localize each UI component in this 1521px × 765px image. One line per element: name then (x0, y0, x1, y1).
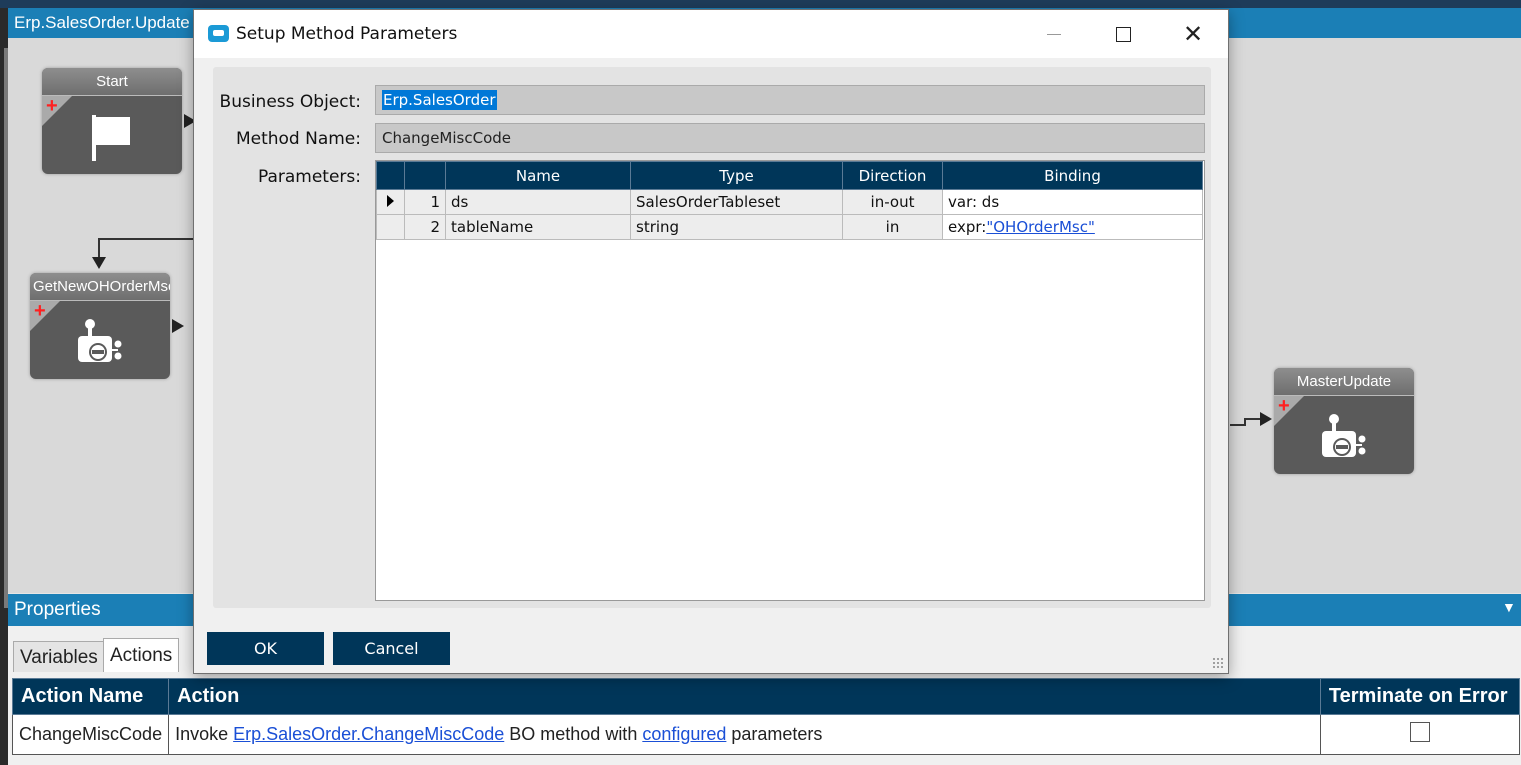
pin-icon[interactable]: ▼ (1502, 599, 1516, 615)
arrow-down-icon (92, 257, 106, 269)
minimize-icon (1047, 33, 1061, 35)
dialog-title-bar[interactable]: Setup Method Parameters ✕ (194, 10, 1228, 58)
close-button[interactable]: ✕ (1158, 10, 1228, 58)
column-header-type[interactable]: Type (630, 161, 843, 190)
action-text: parameters (726, 724, 823, 744)
terminate-on-error-checkbox[interactable] (1409, 722, 1430, 742)
cancel-button[interactable]: Cancel (333, 632, 450, 665)
get-new-node[interactable]: GetNewOHOrderMsc + (30, 273, 170, 379)
column-header-name[interactable]: Name (445, 161, 631, 190)
row-indicator (376, 214, 405, 240)
output-port-icon[interactable] (172, 319, 184, 333)
parameters-label: Parameters: (257, 167, 361, 187)
start-node-title: Start (42, 68, 182, 96)
tab-actions[interactable]: Actions (103, 638, 180, 672)
action-cell[interactable]: Invoke Erp.SalesOrder.ChangeMiscCode BO … (168, 714, 1321, 755)
method-link[interactable]: Erp.SalesOrder.ChangeMiscCode (233, 724, 504, 744)
maximize-icon (1115, 26, 1131, 42)
document-tab[interactable]: Erp.SalesOrder.Update (8, 8, 198, 38)
configured-link[interactable]: configured (642, 724, 726, 744)
window-top-strip (0, 0, 1521, 8)
column-header-index (404, 161, 446, 190)
binding-link[interactable]: "OHOrderMsc" (986, 218, 1095, 236)
action-text: Invoke (175, 724, 234, 744)
dialog-title: Setup Method Parameters (236, 24, 458, 44)
minimize-button[interactable] (1019, 10, 1089, 58)
table-row[interactable]: 1 ds SalesOrderTableset in-out var: ds (376, 189, 1203, 215)
action-name-cell[interactable]: ChangeMiscCode (11, 714, 170, 755)
business-object-value: Erp.SalesOrder (382, 90, 497, 110)
connector-wire (98, 238, 100, 258)
maximize-button[interactable] (1088, 10, 1158, 58)
parameters-grid[interactable]: Name Type Direction Binding 1 ds SalesOr… (375, 160, 1205, 601)
properties-title: Properties (14, 599, 101, 620)
method-invoke-icon (30, 305, 170, 379)
param-name-cell[interactable]: tableName (445, 214, 631, 240)
connector-wire (1230, 424, 1244, 426)
close-icon: ✕ (1182, 20, 1204, 48)
terminate-cell (1319, 714, 1521, 755)
param-binding-cell[interactable]: var: ds (942, 189, 1203, 215)
ok-button[interactable]: OK (207, 632, 324, 665)
connector-wire (1244, 418, 1260, 420)
get-new-node-title: GetNewOHOrderMsc (30, 273, 170, 301)
input-port-icon[interactable] (1260, 412, 1272, 426)
start-node[interactable]: Start + (42, 68, 182, 174)
parameters-table: Name Type Direction Binding 1 ds SalesOr… (376, 161, 1203, 240)
method-invoke-icon (1274, 400, 1414, 474)
master-update-node-title: MasterUpdate (1274, 368, 1414, 396)
resize-grip-icon[interactable] (1212, 657, 1224, 669)
param-direction-cell[interactable]: in (842, 214, 943, 240)
column-header-action[interactable]: Action (168, 678, 1321, 715)
column-header-direction[interactable]: Direction (842, 161, 943, 190)
business-object-field[interactable]: Erp.SalesOrder (375, 85, 1205, 115)
binding-text: expr: (948, 218, 987, 236)
method-name-field[interactable]: ChangeMiscCode (375, 123, 1205, 153)
left-edge (0, 8, 8, 765)
flag-icon (42, 100, 182, 174)
connector-wire (98, 238, 194, 240)
tab-variables[interactable]: Variables (13, 641, 105, 672)
row-index: 1 (404, 189, 446, 215)
current-row-icon (387, 195, 394, 207)
table-row[interactable]: 2 tableName string in expr:"OHOrderMsc" (376, 214, 1203, 240)
param-type-cell[interactable]: string (630, 214, 843, 240)
setup-method-parameters-dialog: Setup Method Parameters ✕ Business Objec… (193, 9, 1229, 674)
table-row[interactable]: ChangeMiscCode Invoke Erp.SalesOrder.Cha… (11, 714, 1521, 755)
action-text: BO method with (504, 724, 643, 744)
app-icon (208, 25, 229, 42)
row-indicator (376, 189, 405, 215)
business-object-label: Business Object: (219, 92, 361, 112)
param-direction-cell[interactable]: in-out (842, 189, 943, 215)
param-binding-cell[interactable]: expr:"OHOrderMsc" (942, 214, 1203, 240)
method-name-label: Method Name: (235, 129, 361, 149)
column-header-action-name[interactable]: Action Name (11, 678, 170, 715)
actions-table: Action Name Action Terminate on Error Ch… (11, 678, 1521, 755)
binding-text: var: ds (948, 193, 1000, 211)
row-index: 2 (404, 214, 446, 240)
master-update-node[interactable]: MasterUpdate + (1274, 368, 1414, 474)
column-header-terminate[interactable]: Terminate on Error (1319, 678, 1521, 715)
column-header-indicator (376, 161, 405, 190)
param-type-cell[interactable]: SalesOrderTableset (630, 189, 843, 215)
param-name-cell[interactable]: ds (445, 189, 631, 215)
column-header-binding[interactable]: Binding (942, 161, 1203, 190)
